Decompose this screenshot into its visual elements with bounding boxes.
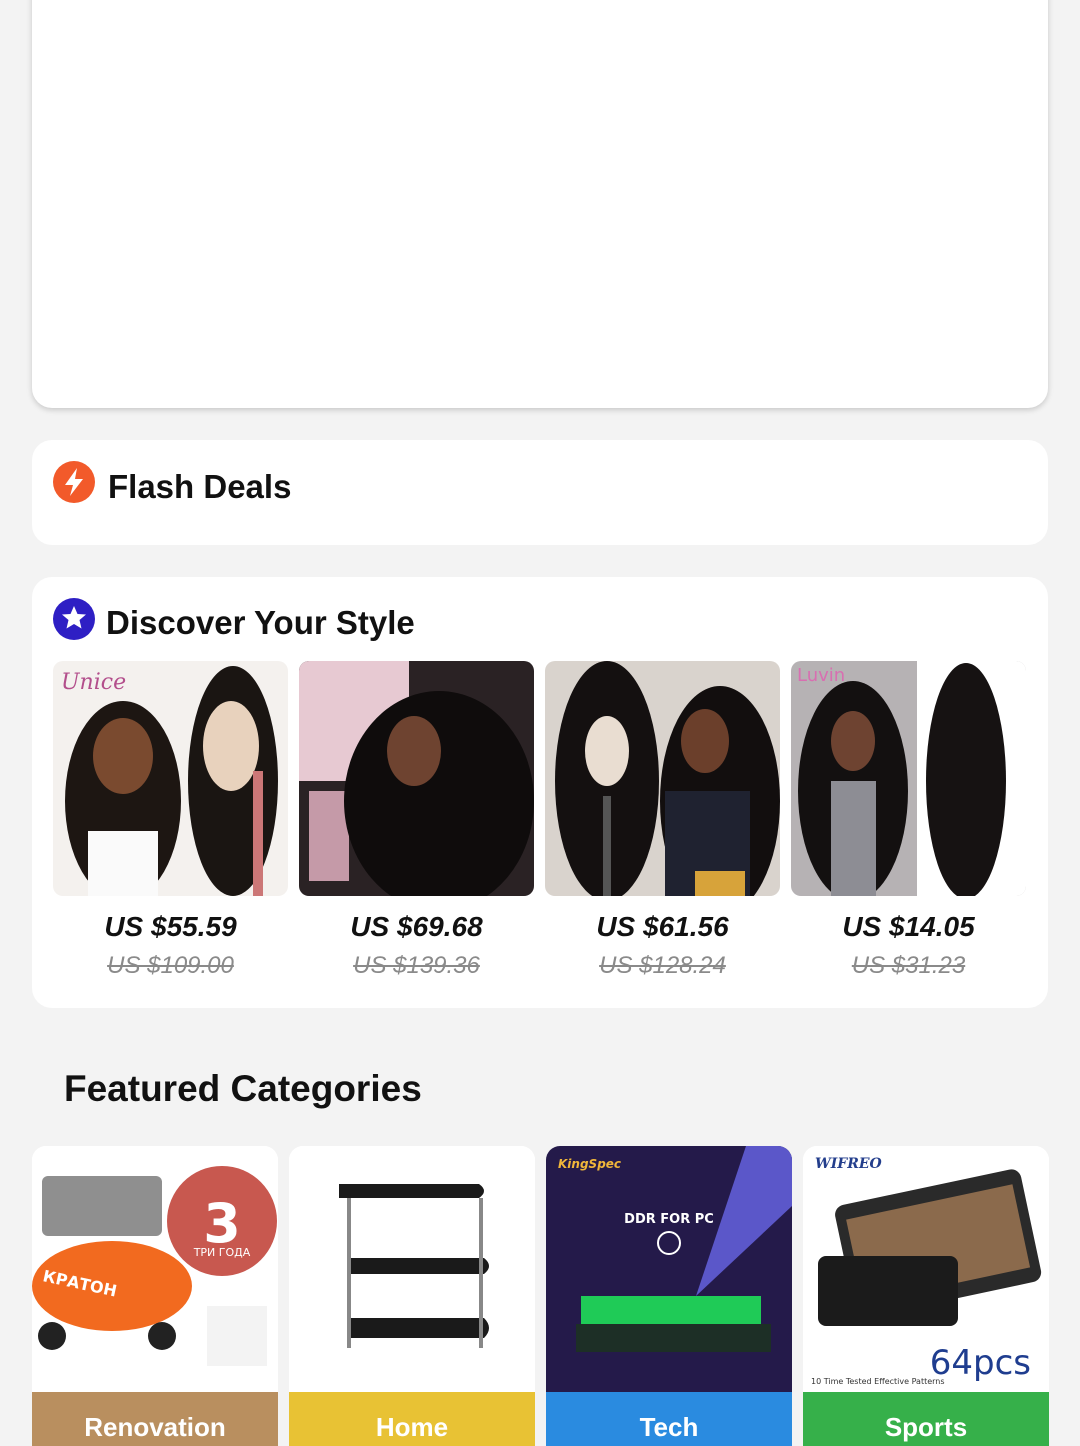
category-label: Renovation <box>32 1392 278 1446</box>
product-price: US $61.56 <box>596 911 729 942</box>
product-image <box>545 661 780 896</box>
discover-style-title: Discover Your Style <box>106 604 415 641</box>
category-label: Tech <box>546 1392 792 1446</box>
flash-deals-title: Flash Deals <box>108 468 292 505</box>
product-price: US $55.59 <box>104 911 237 942</box>
category-label: Home <box>289 1392 535 1446</box>
product-card[interactable]: Unice US $55.59 US $109.00 <box>53 661 288 991</box>
product-price: US $14.05 <box>842 911 975 942</box>
hero-banner[interactable] <box>32 0 1048 408</box>
product-original-price: US $128.24 <box>599 952 726 979</box>
product-card[interactable]: US $61.56 US $128.24 <box>545 661 780 991</box>
svg-text:ТРИ ГОДА: ТРИ ГОДА <box>193 1246 251 1259</box>
category-image <box>289 1146 535 1392</box>
product-carousel[interactable]: Unice US $55.59 US $109.00 US $69.68 US … <box>53 661 1027 991</box>
category-image: KingSpec DDR FOR PC <box>546 1146 792 1392</box>
product-card[interactable]: US $69.68 US $139.36 <box>299 661 534 991</box>
svg-text:KingSpec: KingSpec <box>558 1157 621 1171</box>
product-original-price: US $31.23 <box>851 952 966 979</box>
category-tile-sports[interactable]: WIFREO 64pcs 10 Time Tested Effective Pa… <box>803 1146 1049 1446</box>
star-badge-icon <box>53 598 95 640</box>
lightning-icon <box>53 461 95 503</box>
brand-watermark: Unice <box>61 670 126 695</box>
svg-text:64pcs: 64pcs <box>930 1343 1031 1383</box>
svg-text:DDR FOR PC: DDR FOR PC <box>624 1212 714 1227</box>
category-label: Sports <box>803 1392 1049 1446</box>
category-tile-renovation[interactable]: 3 ТРИ ГОДА КРАТОН Renovation <box>32 1146 278 1446</box>
product-image: Unice <box>53 661 288 896</box>
category-tile-home[interactable]: Home <box>289 1146 535 1446</box>
flash-deals-card[interactable]: Flash Deals <box>32 440 1048 545</box>
category-image: WIFREO 64pcs 10 Time Tested Effective Pa… <box>803 1146 1049 1392</box>
category-image: 3 ТРИ ГОДА КРАТОН <box>32 1146 278 1392</box>
category-tile-tech[interactable]: KingSpec DDR FOR PC Tech <box>546 1146 792 1446</box>
product-image <box>299 661 534 896</box>
product-original-price: US $139.36 <box>353 952 480 979</box>
product-image: Luvin <box>791 661 1026 896</box>
svg-text:10 Time Tested Effective Patte: 10 Time Tested Effective Patterns <box>811 1377 945 1386</box>
brand-watermark: Luvin <box>797 665 845 686</box>
product-card[interactable]: Luvin US $14.05 US $31.23 <box>791 661 1026 991</box>
svg-text:WIFREO: WIFREO <box>815 1156 883 1172</box>
product-original-price: US $109.00 <box>107 952 234 979</box>
discover-style-card: Discover Your Style Unice US $55.59 US $… <box>32 577 1048 1008</box>
featured-categories-title: Featured Categories <box>64 1068 422 1109</box>
product-price: US $69.68 <box>350 911 483 942</box>
